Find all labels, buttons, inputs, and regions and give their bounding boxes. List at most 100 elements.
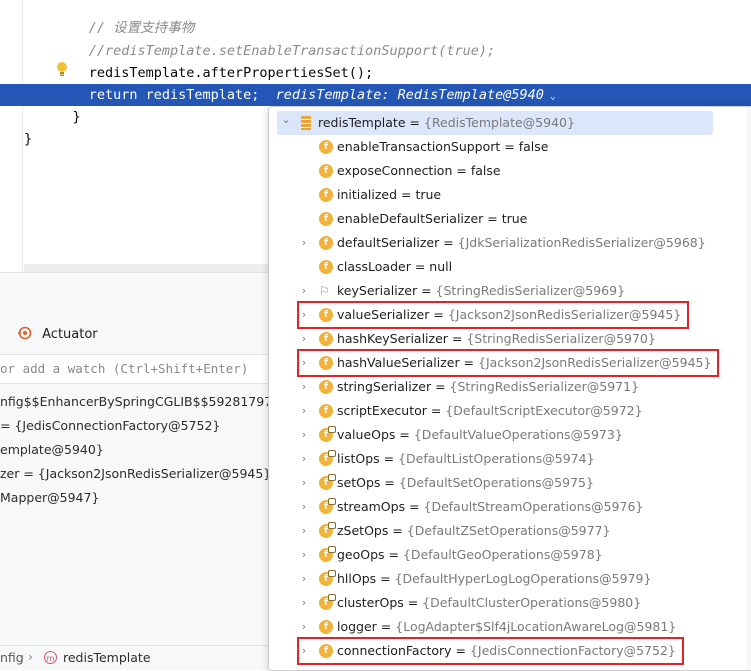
lightbulb-icon[interactable] [56,61,68,77]
variable-row[interactable]: zer = {Jackson2JsonRedisSerializer@5945} [0,462,271,486]
code-text: return redisTemplate; [88,87,260,103]
field-name: valueOps [337,427,396,442]
field-name: setOps [337,475,381,490]
editor-horizontal-scrollbar[interactable] [24,264,280,272]
tab-actuator-label: Actuator [42,327,98,342]
field-icon: f [319,404,333,418]
code-line: // 设置支持事物 [89,16,194,40]
variable-row[interactable]: Mapper@5947} [0,486,99,510]
tree-row-classLoader[interactable]: f classLoader = null [269,255,751,279]
tree-row-valueOps[interactable]: › f valueOps = {DefaultValueOperations@597… [269,423,751,447]
field-name: clusterOps [337,595,404,610]
tree-row-enableDefaultSerializer[interactable]: f enableDefaultSerializer = true [269,207,751,231]
field-name: zSetOps [337,523,389,538]
tree-row-geoOps[interactable]: › f geoOps = {DefaultGeoOperations@5978} [269,543,751,567]
final-field-icon: f [319,474,336,490]
tree-row-exposeConnection[interactable]: f exposeConnection = false [269,159,751,183]
field-value: false [518,139,549,154]
highlight-box [297,349,720,377]
field-reference: {RedisTemplate@5940} [423,115,575,130]
chevron-right-icon[interactable]: › [299,543,309,567]
chevron-right-icon[interactable]: › [299,615,309,639]
chevron-right-icon[interactable]: › [299,327,309,351]
chevron-right-icon[interactable]: › [299,471,309,495]
field-name: exposeConnection [337,163,453,178]
final-field-icon: f [319,546,336,562]
chevron-right-icon[interactable]: › [299,279,309,303]
field-reference: {DefaultZSetOperations@5977} [406,523,611,538]
field-value: null [429,259,453,274]
tree-row-stringSerializer[interactable]: › f stringSerializer = {StringRedisSeriali… [269,375,751,399]
field-reference: {DefaultScriptExecutor@5972} [445,403,643,418]
chevron-right-icon[interactable]: › [299,591,309,615]
field-name: classLoader [337,259,411,274]
tree-row-scriptExecutor[interactable]: › f scriptExecutor = {DefaultScriptExecuto… [269,399,751,423]
tree-row-redisTemplate[interactable]: ⌄ redisTemplate = {RedisTemplate@5940} [277,111,713,135]
tree-row-enableTransactionSupport[interactable]: f enableTransactionSupport = false [269,135,751,159]
field-name: logger [337,619,377,634]
tree-row-hllOps[interactable]: › f hllOps = {DefaultHyperLogLogOperations… [269,567,751,591]
field-reference: {DefaultValueOperations@5973} [413,427,623,442]
tree-row-text: setOps = {DefaultSetOperations@5975} [337,475,594,490]
variable-row[interactable]: nfig$$EnhancerBySpringCGLIB$$59281797@57 [0,390,301,414]
tree-row-initialized[interactable]: f initialized = true [269,183,751,207]
tree-row-text: scriptExecutor = {DefaultScriptExecutor@… [337,403,643,418]
tree-row-text: enableDefaultSerializer = true [337,211,528,226]
tree-row-text: valueOps = {DefaultValueOperations@5973} [337,427,623,442]
tree-row-defaultSerializer[interactable]: › f defaultSerializer = {JdkSerializationR… [269,231,751,255]
watch-input[interactable]: or add a watch (Ctrl+Shift+Enter) [0,354,268,384]
chevron-right-icon[interactable]: › [299,495,309,519]
breadcrumb-prefix[interactable]: nfig [0,650,24,665]
chevron-right-icon[interactable]: › [299,447,309,471]
chevron-right-icon[interactable]: › [299,519,309,543]
tree-row-clusterOps[interactable]: › f clusterOps = {DefaultClusterOperations… [269,591,751,615]
field-icon: f [319,164,333,178]
inline-value-hint[interactable]: redisTemplate: RedisTemplate@5940 [276,87,544,103]
field-icon: f [319,620,333,634]
field-icon: f [319,236,333,250]
chevron-down-icon[interactable]: ⌄ [281,108,291,132]
popup-scrollbar[interactable] [747,107,751,670]
highlight-box [297,301,690,329]
method-icon: m [44,651,57,664]
chevron-right-icon[interactable]: › [299,567,309,591]
tree-row-text: geoOps = {DefaultGeoOperations@5978} [337,547,603,562]
tab-actuator[interactable]: Actuator [18,323,98,347]
tree-row-keySerializer[interactable]: › ⚐ keySerializer = {StringRedisSerializer… [269,279,751,303]
tree-row-text: enableTransactionSupport = false [337,139,549,154]
chevron-right-icon[interactable]: › [299,231,309,255]
code-line: return redisTemplate; redisTemplate: Red… [89,83,556,107]
tree-row-hashKeySerializer[interactable]: › f hashKeySerializer = {StringRedisSerial… [269,327,751,351]
tree-row-logger[interactable]: › f logger = {LogAdapter$Slf4jLocationAwar… [269,615,751,639]
chevron-right-icon[interactable]: › [299,423,309,447]
chevron-right-icon[interactable]: › [299,375,309,399]
tree-row-setOps[interactable]: › f setOps = {DefaultSetOperations@5975} [269,471,751,495]
final-field-icon: f [319,570,336,586]
variable-inspection-popup[interactable]: ⌄ redisTemplate = {RedisTemplate@5940} f en… [268,106,751,671]
tree-row-streamOps[interactable]: › f streamOps = {DefaultStreamOperations@5… [269,495,751,519]
code-line: //redisTemplate.setEnableTransactionSupp… [89,39,495,63]
tree-row-listOps[interactable]: › f listOps = {DefaultListOperations@5974} [269,447,751,471]
tree-row-text: listOps = {DefaultListOperations@5974} [337,451,595,466]
tree-row-zSetOps[interactable]: › f zSetOps = {DefaultZSetOperations@5977} [269,519,751,543]
chevron-right-icon[interactable]: › [299,399,309,423]
variable-row[interactable]: emplate@5940} [0,438,104,462]
tree-row-text: hllOps = {DefaultHyperLogLogOperations@5… [337,571,652,586]
variable-row[interactable]: = {JedisConnectionFactory@5752} [0,414,220,438]
field-name: keySerializer [337,283,418,298]
field-reference: {DefaultSetOperations@5975} [398,475,594,490]
breadcrumb-method[interactable]: redisTemplate [63,650,151,665]
field-icon: f [319,140,333,154]
field-name: hashKeySerializer [337,331,448,346]
chevron-down-icon[interactable]: ⌄ [544,91,556,102]
field-name: enableDefaultSerializer [337,211,484,226]
tree-row-text: hashKeySerializer = {StringRedisSerializ… [337,331,656,346]
highlight-box [297,637,684,665]
code-text: redisTemplate.afterPropertiesSet(); [88,65,374,81]
field-reference: {StringRedisSerializer@5971} [449,379,640,394]
field-reference: {LogAdapter$Slf4jLocationAwareLog@5981} [395,619,677,634]
object-icon [301,116,311,130]
field-reference: {StringRedisSerializer@5970} [466,331,656,346]
gutter-divider [22,0,23,272]
field-reference: {DefaultStreamOperations@5976} [423,499,644,514]
